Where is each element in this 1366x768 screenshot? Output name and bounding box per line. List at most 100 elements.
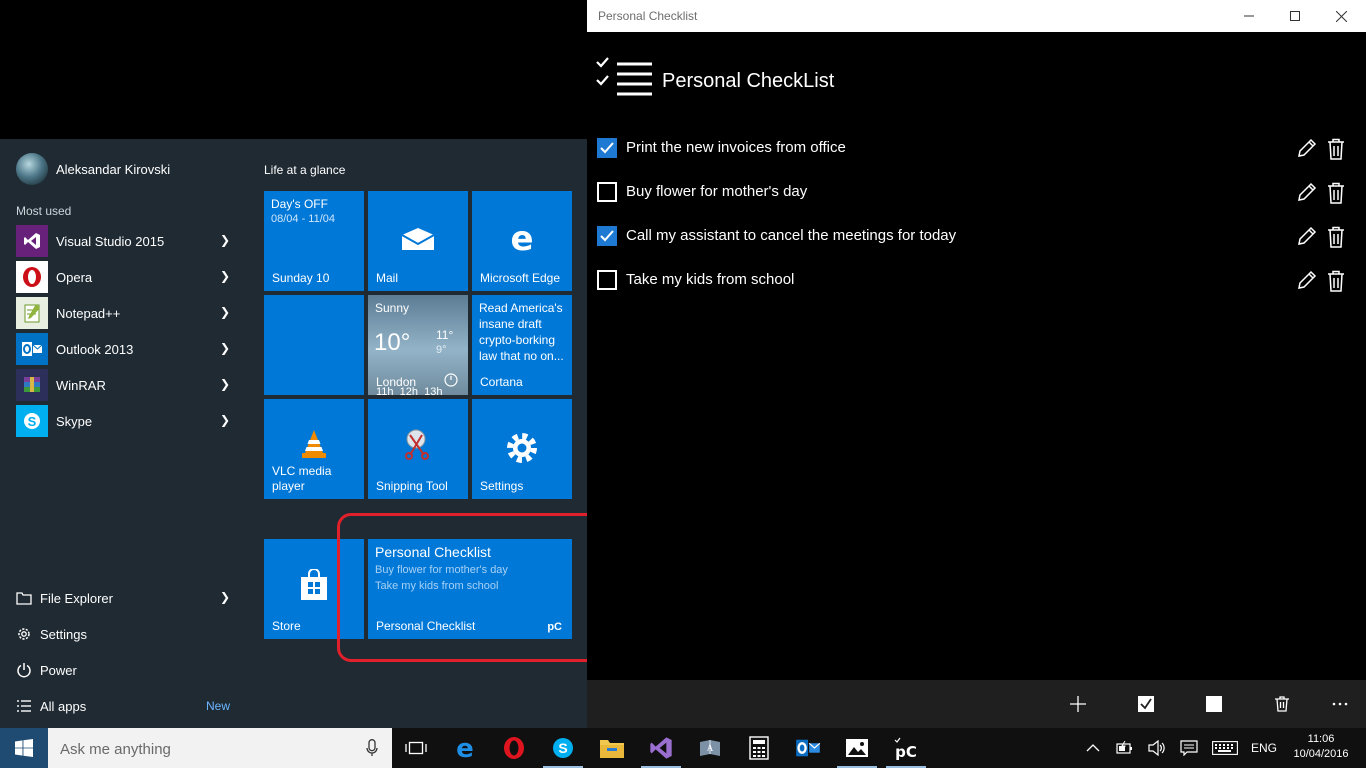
search-box[interactable]	[48, 728, 392, 768]
calendar-day: Sunday 10	[272, 271, 330, 285]
photos-icon[interactable]	[833, 728, 881, 768]
file-explorer-item[interactable]: File Explorer ❯	[16, 580, 248, 616]
task-text: Take my kids from school	[626, 271, 795, 288]
edit-pencil-icon[interactable]	[1295, 138, 1317, 160]
edge-icon[interactable]: e	[441, 728, 489, 768]
cortana-tile[interactable]: Read America's insane draft crypto-borki…	[472, 295, 572, 395]
calendar-event-dates: 08/04 - 11/04	[271, 213, 336, 225]
title-bar[interactable]: Personal Checklist	[587, 0, 1366, 32]
chevron-right-icon[interactable]: ❯	[220, 377, 230, 391]
clock-icon	[444, 373, 458, 387]
visual-studio-icon[interactable]	[637, 728, 685, 768]
calendar-tile[interactable]: Day's OFF 08/04 - 11/04 Sunday 10	[264, 191, 364, 291]
store-label: Store	[272, 619, 301, 633]
clock-date: 10/04/2016	[1293, 748, 1349, 760]
task-text: Buy flower for mother's day	[626, 183, 808, 200]
windows-logo-icon	[15, 739, 33, 757]
search-input[interactable]	[58, 738, 352, 760]
edit-pencil-icon[interactable]	[1295, 270, 1317, 292]
folder-icon	[16, 590, 32, 606]
file-explorer-icon[interactable]	[588, 728, 636, 768]
app-item-visual-studio[interactable]: Visual Studio 2015 ❯	[16, 223, 248, 259]
microphone-icon[interactable]	[366, 739, 378, 757]
svg-text:e: e	[456, 736, 474, 760]
add-icon[interactable]	[1066, 692, 1090, 716]
snipping-tool-tile[interactable]: Snipping Tool	[368, 399, 468, 499]
settings-item[interactable]: Settings	[16, 616, 248, 652]
gear-icon	[16, 626, 32, 642]
outlook-icon	[16, 333, 48, 365]
action-center-icon[interactable]	[1180, 740, 1198, 756]
outlook-icon[interactable]	[784, 728, 832, 768]
delete-trash-icon[interactable]	[1327, 226, 1345, 248]
task-row: Call my assistant to cancel the meetings…	[587, 216, 1366, 260]
delete-trash-icon[interactable]	[1327, 270, 1345, 292]
visual-studio-icon	[16, 225, 48, 257]
start-bottom-list: File Explorer ❯ Settings Power All apps	[16, 580, 248, 724]
check-all-icon[interactable]	[1134, 692, 1158, 716]
chevron-up-icon[interactable]	[1086, 740, 1100, 756]
svg-text:A: A	[707, 743, 714, 753]
chevron-right-icon[interactable]: ❯	[220, 305, 230, 319]
mail-tile[interactable]: Mail	[368, 191, 468, 291]
task-view-icon[interactable]	[392, 728, 440, 768]
cortana-headline: Read America's insane draft crypto-borki…	[479, 301, 564, 363]
task-checkbox[interactable]	[597, 182, 617, 202]
weather-low: 9°	[436, 344, 447, 356]
vlc-tile[interactable]: VLC media player	[264, 399, 364, 499]
more-options-icon[interactable]	[1328, 692, 1352, 716]
input-language[interactable]: ENG	[1251, 741, 1277, 755]
clock[interactable]: 11:06 10/04/2016	[1286, 732, 1356, 762]
task-checkbox[interactable]	[597, 226, 617, 246]
battery-icon[interactable]	[1116, 740, 1134, 756]
app-item-outlook[interactable]: Outlook 2013 ❯	[16, 331, 248, 367]
skype-icon[interactable]: S	[539, 728, 587, 768]
app-label: WinRAR	[56, 377, 106, 393]
user-account[interactable]: Aleksandar Kirovski	[16, 153, 170, 185]
empty-tile[interactable]	[264, 295, 364, 395]
minimize-button[interactable]	[1226, 0, 1272, 32]
delete-all-icon[interactable]	[1270, 692, 1294, 716]
edit-pencil-icon[interactable]	[1295, 226, 1317, 248]
power-item[interactable]: Power	[16, 652, 248, 688]
dictionary-icon[interactable]: A	[686, 728, 734, 768]
chevron-right-icon[interactable]: ❯	[220, 269, 230, 283]
edge-tile[interactable]: e Microsoft Edge	[472, 191, 572, 291]
keyboard-icon[interactable]	[1212, 740, 1238, 756]
delete-trash-icon[interactable]	[1327, 138, 1345, 160]
app-item-winrar[interactable]: WinRAR ❯	[16, 367, 248, 403]
maximize-button[interactable]	[1272, 0, 1318, 32]
delete-trash-icon[interactable]	[1327, 182, 1345, 204]
task-checkbox[interactable]	[597, 138, 617, 158]
all-apps-item[interactable]: All apps New	[16, 688, 248, 724]
app-item-notepadpp[interactable]: Notepad++ ❯	[16, 295, 248, 331]
list-icon	[16, 698, 32, 714]
settings-label: Settings	[40, 626, 87, 642]
task-checkbox[interactable]	[597, 270, 617, 290]
skype-icon: S	[16, 405, 48, 437]
chevron-right-icon[interactable]: ❯	[220, 233, 230, 247]
volume-icon[interactable]	[1148, 740, 1166, 756]
svg-text:pC: pC	[895, 743, 917, 760]
taskbar: e S A pC ENG 11:06 10/04/2016	[0, 728, 1366, 768]
edit-pencil-icon[interactable]	[1295, 182, 1317, 204]
app-item-opera[interactable]: Opera ❯	[16, 259, 248, 295]
personal-checklist-icon[interactable]: pC	[882, 728, 930, 768]
opera-icon	[16, 261, 48, 293]
app-item-skype[interactable]: S Skype ❯	[16, 403, 248, 439]
settings-tile[interactable]: Settings	[472, 399, 572, 499]
uncheck-all-icon[interactable]	[1202, 692, 1226, 716]
app-title: Personal CheckList	[662, 70, 835, 92]
calculator-icon[interactable]	[735, 728, 783, 768]
svg-text:S: S	[28, 414, 37, 429]
task-list: Print the new invoices from office Buy f…	[587, 128, 1366, 304]
tile-group-label: Life at a glance	[264, 163, 346, 177]
chevron-right-icon[interactable]: ❯	[220, 590, 230, 604]
start-button[interactable]	[0, 728, 48, 768]
close-button[interactable]	[1318, 0, 1364, 32]
chevron-right-icon[interactable]: ❯	[220, 413, 230, 427]
chevron-right-icon[interactable]: ❯	[220, 341, 230, 355]
user-name: Aleksandar Kirovski	[56, 161, 171, 177]
weather-tile[interactable]: Sunny 10° 11° 9° London 11h 12h 13h	[368, 295, 468, 395]
opera-icon[interactable]	[490, 728, 538, 768]
